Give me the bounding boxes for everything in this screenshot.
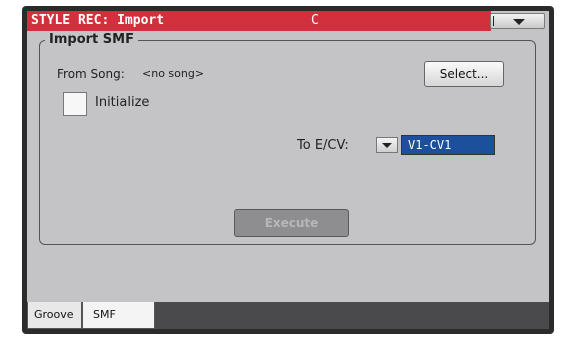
page-menu-button[interactable] [490,13,545,29]
page-title: STYLE REC: Import [31,13,165,28]
initialize-label: Initialize [95,95,150,110]
select-button[interactable]: Select... [424,61,504,87]
page-title-bar: STYLE REC: Import C [27,11,491,31]
menu-dropdown-icon [513,19,525,25]
from-song-label: From Song: [57,67,125,81]
execute-button[interactable]: Execute [234,209,349,237]
display-screen: STYLE REC: Import C Import SMF From Song… [27,11,549,329]
from-song-value: <no song> [142,67,205,80]
tab-groove[interactable]: Groove [27,302,82,329]
title-bar: STYLE REC: Import C [27,11,549,31]
initialize-checkbox[interactable] [63,92,87,116]
current-chord: C [311,13,319,28]
to-ecv-dropdown-button[interactable] [376,137,398,153]
menu-divider-icon [493,16,494,26]
to-ecv-label: To E/CV: [297,138,349,153]
tab-smf[interactable]: SMF [82,302,155,329]
chevron-down-icon [382,143,392,148]
import-smf-title: Import SMF [45,32,138,47]
to-ecv-select[interactable]: V1-CV1 [401,135,495,155]
